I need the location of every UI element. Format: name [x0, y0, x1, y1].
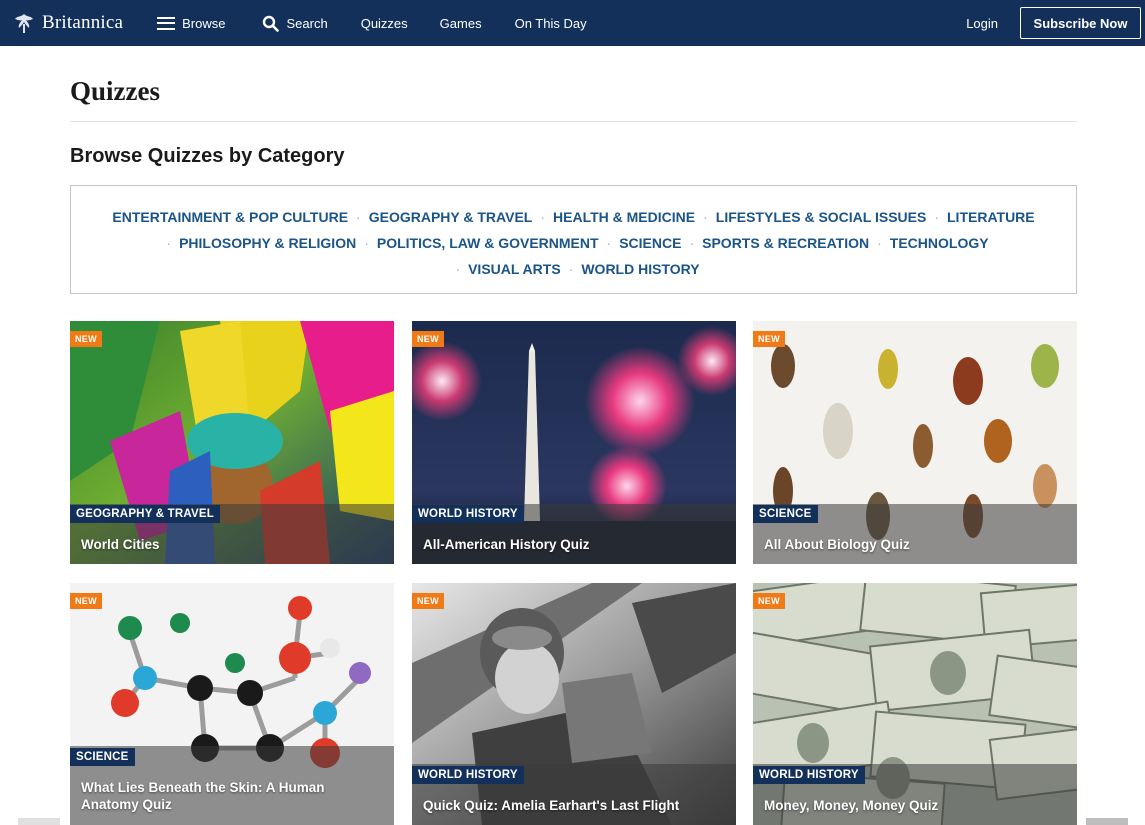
- card-title: Quick Quiz: Amelia Earhart's Last Flight: [423, 798, 680, 813]
- card-category-tag: WORLD HISTORY: [753, 766, 865, 784]
- nav-link-on-this-day[interactable]: On This Day: [515, 4, 587, 42]
- category-separator: ·: [877, 235, 882, 251]
- category-link[interactable]: VISUAL ARTS: [468, 261, 561, 277]
- card-title: Money, Money, Money Quiz: [764, 798, 939, 813]
- quiz-card[interactable]: NEW SCIENCE What Lies Beneath the Skin: …: [70, 583, 394, 825]
- card-title: World Cities: [81, 537, 160, 552]
- new-badge: NEW: [753, 331, 785, 347]
- card-category-tag: GEOGRAPHY & TRAVEL: [70, 505, 220, 523]
- page-title: Quizzes: [70, 76, 160, 106]
- card-category-tag: SCIENCE: [70, 748, 135, 766]
- quiz-card[interactable]: NEW WORLD HISTORY Quick Quiz: Amelia Ear…: [412, 583, 736, 825]
- card-title: All About Biology Quiz: [764, 537, 910, 552]
- top-navigation-bar: Britannica Browse Search Quizzes Games O…: [0, 0, 1145, 46]
- new-badge: NEW: [412, 331, 444, 347]
- card-category-tag: WORLD HISTORY: [412, 505, 524, 523]
- scroll-left-button[interactable]: [18, 818, 60, 825]
- category-separator: ·: [568, 261, 574, 277]
- category-separator: ·: [689, 235, 695, 251]
- category-link[interactable]: WORLD HISTORY: [581, 261, 699, 277]
- category-link[interactable]: PHILOSOPHY & RELIGION: [179, 235, 356, 251]
- search-button[interactable]: Search: [262, 4, 328, 42]
- category-separator: ·: [934, 209, 939, 225]
- section-title: Browse Quizzes by Category: [70, 145, 345, 167]
- category-separator: ·: [166, 235, 172, 251]
- category-separator: ·: [606, 235, 612, 251]
- new-badge: NEW: [753, 593, 785, 609]
- category-separator: ·: [540, 209, 546, 225]
- category-link[interactable]: POLITICS, LAW & GOVERNMENT: [377, 235, 599, 251]
- browse-label: Browse: [182, 15, 226, 31]
- logo-text: Britannica: [42, 12, 124, 33]
- card-title: All-American History Quiz: [423, 537, 590, 552]
- quiz-card[interactable]: NEW WORLD HISTORY All-American History Q…: [412, 321, 736, 564]
- category-link[interactable]: LITERATURE: [947, 209, 1035, 225]
- card-category-tag: WORLD HISTORY: [412, 766, 524, 784]
- category-separator: ·: [356, 209, 361, 225]
- category-link[interactable]: LIFESTYLES & SOCIAL ISSUES: [716, 209, 927, 225]
- category-link[interactable]: SCIENCE: [619, 235, 681, 251]
- card-title: What Lies Beneath the Skin: A Human Anat…: [81, 780, 325, 812]
- category-link[interactable]: GEOGRAPHY & TRAVEL: [369, 209, 533, 225]
- category-line-3: · VISUAL ARTS · WORLD HISTORY: [71, 256, 1076, 282]
- login-link[interactable]: Login: [966, 4, 998, 42]
- search-label: Search: [286, 15, 328, 31]
- title-divider: [70, 121, 1077, 122]
- new-badge: NEW: [70, 331, 102, 347]
- category-separator: ·: [455, 261, 461, 277]
- new-badge: NEW: [70, 593, 102, 609]
- card-category-tag: SCIENCE: [753, 505, 818, 523]
- category-link[interactable]: ENTERTAINMENT & POP CULTURE: [112, 209, 348, 225]
- nav-link-games[interactable]: Games: [440, 4, 482, 42]
- new-badge: NEW: [412, 593, 444, 609]
- quiz-card[interactable]: NEW WORLD HISTORY Money, Money, Money Qu…: [753, 583, 1077, 825]
- quiz-card[interactable]: NEW GEOGRAPHY & TRAVEL World Cities: [70, 321, 394, 564]
- britannica-logo[interactable]: Britannica: [12, 4, 123, 42]
- category-line-2: · PHILOSOPHY & RELIGION · POLITICS, LAW & G…: [71, 230, 1076, 256]
- subscribe-button[interactable]: Subscribe Now: [1020, 7, 1141, 39]
- quiz-card[interactable]: NEW SCIENCE All About Biology Quiz: [753, 321, 1077, 564]
- category-list: ENTERTAINMENT & POP CULTURE · GEOGRAPHY & …: [70, 185, 1077, 294]
- scroll-right-button[interactable]: [1086, 818, 1128, 825]
- category-link[interactable]: TECHNOLOGY: [890, 235, 989, 251]
- browse-button[interactable]: Browse: [157, 4, 226, 42]
- search-icon: [262, 15, 279, 32]
- category-line-1: ENTERTAINMENT & POP CULTURE · GEOGRAPHY & …: [71, 204, 1076, 230]
- nav-link-quizzes[interactable]: Quizzes: [361, 4, 408, 42]
- category-link[interactable]: SPORTS & RECREATION: [702, 235, 869, 251]
- hamburger-icon: [157, 16, 176, 30]
- category-separator: ·: [703, 209, 708, 225]
- category-link[interactable]: HEALTH & MEDICINE: [553, 209, 695, 225]
- category-separator: ·: [364, 235, 369, 251]
- thistle-icon: [15, 14, 33, 33]
